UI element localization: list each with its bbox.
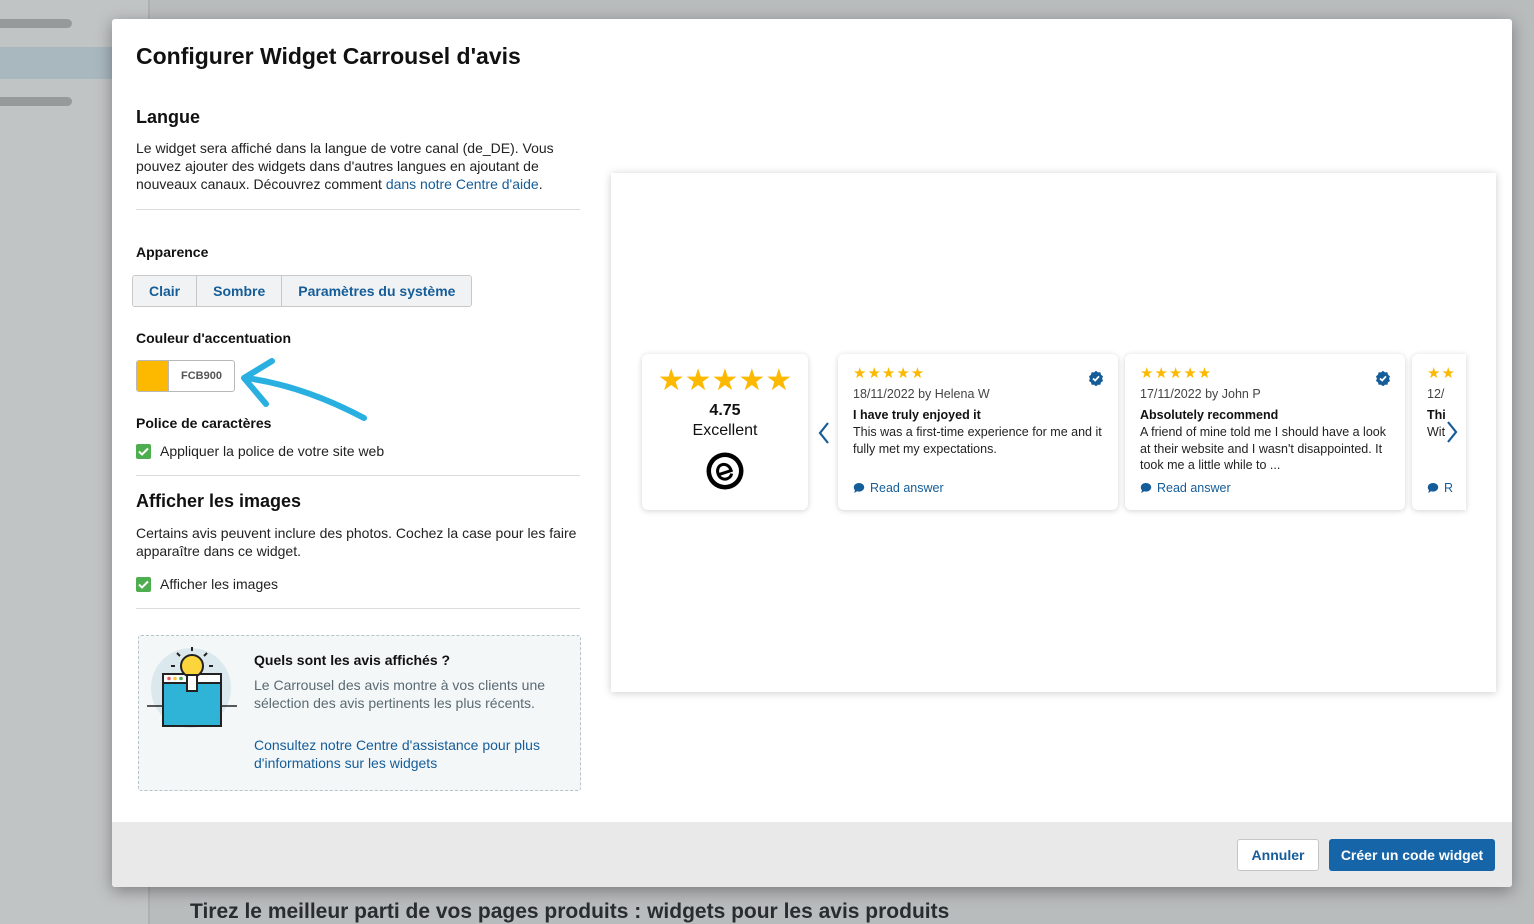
show-images-checkbox-row[interactable]: Afficher les images: [136, 576, 580, 592]
help-center-link[interactable]: dans notre Centre d'aide: [386, 176, 539, 192]
checkmark-icon: [138, 580, 149, 589]
modal-title: Configurer Widget Carrousel d'avis: [136, 43, 521, 69]
review-stars: ★★: [1427, 365, 1456, 382]
review-stars: ★★★★★: [1140, 365, 1213, 382]
language-section-title: Langue: [136, 107, 201, 127]
divider: [136, 209, 580, 210]
verified-badge-icon: [1376, 370, 1390, 386]
show-images-checkbox-label: Afficher les images: [160, 576, 279, 592]
accent-color-picker[interactable]: FCB900: [136, 360, 235, 392]
annotation-arrow-icon: [241, 358, 367, 421]
images-section-title: Afficher les images: [136, 491, 302, 511]
review-card: ★★★★★ 17/11/2022 by John P Absolutely re…: [1125, 354, 1405, 510]
carousel-next-arrow-icon[interactable]: [1442, 417, 1462, 447]
appearance-segmented-control: Clair Sombre Paramètres du système: [132, 275, 473, 307]
review-body: This was a first-time experience for me …: [853, 425, 1102, 456]
accent-color-label: Couleur d'accentuation: [136, 330, 292, 346]
accent-color-hex-input[interactable]: FCB900: [169, 361, 234, 391]
background-page-heading: Tirez le meilleur parti de vos pages pro…: [190, 900, 950, 923]
show-images-checkbox[interactable]: [136, 576, 151, 592]
review-meta: 17/11/2022 by John P: [1140, 387, 1261, 401]
apply-font-checkbox-label: Appliquer la police de votre site web: [160, 443, 385, 459]
review-stars: ★★★★★: [853, 365, 926, 382]
summary-stars: ★★★★★: [657, 364, 793, 397]
rating-summary-card: ★★★★★ 4.75 Excellent: [642, 354, 808, 510]
carousel-prev-arrow-icon[interactable]: [814, 418, 834, 448]
background-nav-item: [0, 97, 72, 106]
appearance-option-sombre[interactable]: Sombre: [197, 276, 283, 306]
language-description: Le widget sera affiché dans la langue de…: [136, 140, 554, 192]
review-meta: 18/11/2022 by Helena W: [853, 387, 990, 401]
info-title: Quels sont les avis affichés ?: [254, 652, 451, 668]
speech-bubble-icon: [853, 483, 865, 493]
read-answer-link[interactable]: R: [1427, 481, 1453, 495]
apply-font-checkbox[interactable]: [136, 443, 151, 459]
images-description: Certains avis peuvent inclure des photos…: [136, 525, 577, 559]
appearance-label: Apparence: [136, 244, 209, 260]
read-answer-link[interactable]: Read answer: [853, 481, 944, 495]
lightbulb-laptop-icon: [147, 647, 237, 728]
review-body: A friend of mine told me I should have a…: [1140, 425, 1386, 472]
review-meta: 12/: [1427, 387, 1445, 401]
speech-bubble-icon: [1427, 483, 1439, 493]
summary-rating: 4.75: [709, 402, 741, 419]
checkmark-icon: [138, 447, 149, 456]
accent-color-swatch[interactable]: [137, 361, 169, 391]
review-title: I have truly enjoyed it: [853, 408, 981, 422]
cancel-button[interactable]: Annuler: [1237, 839, 1319, 871]
background-nav-item: [0, 19, 72, 28]
widget-preview: ★★★★★ 4.75 Excellent ★★★★★ 18/11/2022 by…: [611, 173, 1496, 692]
appearance-option-system[interactable]: Paramètres du système: [282, 276, 472, 306]
create-widget-code-button[interactable]: Créer un code widget: [1329, 839, 1495, 871]
trusted-shops-logo-icon: [706, 452, 744, 490]
appearance-option-clair[interactable]: Clair: [133, 276, 198, 306]
configure-widget-modal: Configurer Widget Carrousel d'avis Langu…: [112, 19, 1512, 887]
read-answer-link[interactable]: Read answer: [1140, 481, 1231, 495]
divider: [136, 608, 580, 609]
summary-label: Excellent: [692, 422, 758, 439]
divider: [136, 475, 580, 476]
info-text: Le Carrousel des avis montre à vos clien…: [254, 677, 546, 711]
speech-bubble-icon: [1140, 483, 1152, 493]
assistance-center-link[interactable]: Consultez notre Centre d'assistance pour…: [254, 736, 554, 772]
info-box: Quels sont les avis affichés ? Le Carrou…: [138, 635, 581, 791]
review-card: ★★★★★ 18/11/2022 by Helena W I have trul…: [838, 354, 1118, 510]
modal-footer: Annuler Créer un code widget: [112, 822, 1512, 887]
review-title: Absolutely recommend: [1140, 408, 1279, 422]
apply-font-checkbox-row[interactable]: Appliquer la police de votre site web: [136, 443, 580, 459]
verified-badge-icon: [1089, 370, 1103, 386]
